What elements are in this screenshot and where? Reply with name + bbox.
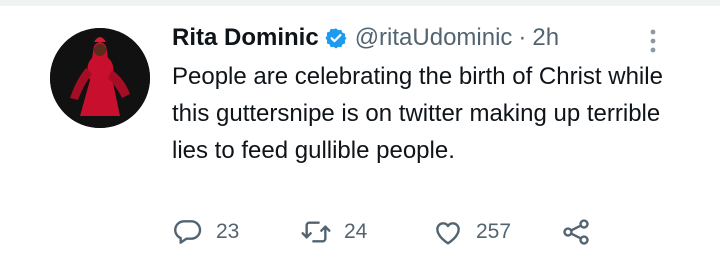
- user-handle[interactable]: @ritaUdominic: [355, 24, 513, 52]
- reply-button[interactable]: 23: [172, 216, 239, 248]
- tweet-card[interactable]: Rita Dominic @ritaUdominic · 2h People a…: [0, 6, 720, 260]
- verified-badge-icon: [325, 27, 347, 49]
- display-name[interactable]: Rita Dominic: [172, 24, 319, 52]
- like-button[interactable]: 257: [432, 216, 511, 248]
- like-count: 257: [476, 220, 512, 243]
- tweet-text: People are celebrating the birth of Chri…: [172, 63, 663, 164]
- reply-icon: [172, 216, 204, 248]
- retweet-icon: [300, 216, 332, 248]
- avatar[interactable]: [50, 28, 150, 128]
- share-icon: [560, 216, 592, 248]
- more-vertical-icon[interactable]: [645, 28, 661, 54]
- heart-icon: [432, 216, 464, 248]
- separator-dot: ·: [518, 24, 527, 51]
- reply-count: 23: [216, 220, 240, 243]
- timestamp[interactable]: 2h: [532, 24, 559, 52]
- retweet-count: 24: [344, 220, 368, 243]
- share-button[interactable]: [560, 216, 592, 248]
- tweet-header: Rita Dominic @ritaUdominic · 2h: [172, 20, 559, 56]
- retweet-button[interactable]: 24: [300, 216, 367, 248]
